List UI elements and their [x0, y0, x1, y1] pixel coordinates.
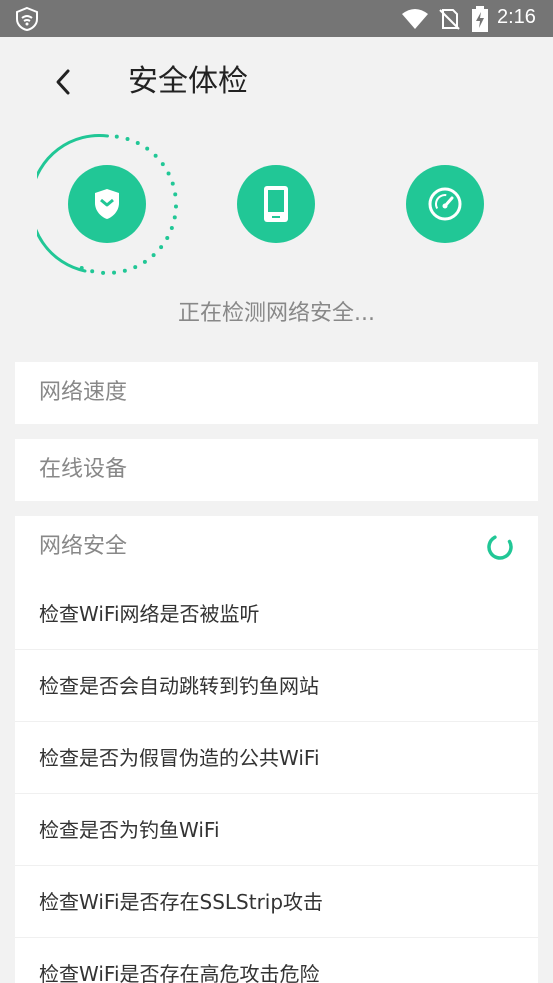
phone-icon	[264, 186, 288, 222]
battery-charging-icon	[472, 6, 488, 32]
network-security-card[interactable]: 网络安全 检查WiFi网络是否被监听 检查是否会自动跳转到钓鱼网站 检查是否为假…	[15, 516, 538, 983]
online-devices-card[interactable]: 在线设备	[15, 439, 538, 501]
chevron-left-icon	[56, 69, 70, 95]
step-network-security	[68, 165, 146, 243]
step-speed-test	[406, 165, 484, 243]
page-title: 安全体检	[128, 64, 248, 99]
step-device-check	[237, 165, 315, 243]
scan-status-text: 正在检测网络安全...	[178, 301, 375, 326]
status-bar: 2:16	[0, 0, 553, 37]
shield-icon	[95, 189, 119, 219]
card-title: 在线设备	[39, 457, 128, 482]
check-item: 检查WiFi是否存在高危攻击危险	[15, 938, 538, 983]
back-button[interactable]	[44, 62, 84, 102]
card-title: 网络速度	[39, 380, 128, 405]
clock: 2:16	[497, 6, 536, 28]
app-shield-icon	[16, 6, 38, 32]
card-title: 网络安全	[39, 534, 128, 559]
check-item: 检查是否为假冒伪造的公共WiFi	[15, 722, 538, 794]
security-check-list: 检查WiFi网络是否被监听 检查是否会自动跳转到钓鱼网站 检查是否为假冒伪造的公…	[15, 578, 538, 983]
speedometer-icon	[428, 187, 462, 221]
loading-spinner-icon	[487, 534, 513, 560]
check-item: 检查WiFi是否存在SSLStrip攻击	[15, 866, 538, 938]
no-sim-icon	[439, 9, 460, 30]
wifi-icon	[402, 9, 428, 29]
check-item: 检查WiFi网络是否被监听	[15, 578, 538, 650]
network-speed-card[interactable]: 网络速度	[15, 362, 538, 424]
check-item: 检查是否为钓鱼WiFi	[15, 794, 538, 866]
check-item: 检查是否会自动跳转到钓鱼网站	[15, 650, 538, 722]
